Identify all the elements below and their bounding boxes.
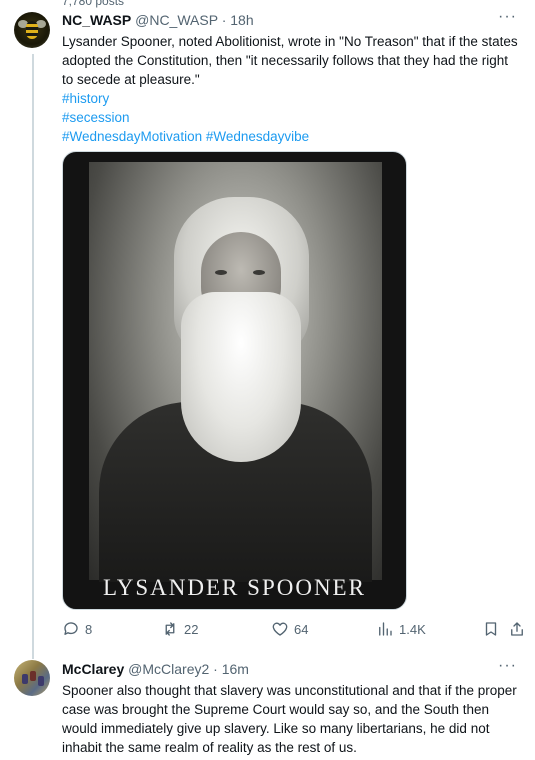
posts-count: 7,780 posts — [62, 0, 125, 8]
heart-icon — [272, 622, 288, 636]
avatar-figure — [30, 671, 36, 681]
portrait-photo — [89, 162, 382, 582]
repost-count: 22 — [184, 621, 199, 637]
hashtag-history[interactable]: #history — [62, 89, 522, 108]
reply-icon — [64, 622, 78, 635]
image-caption: LYSANDER SPOONER — [103, 575, 366, 600]
more-dots-icon[interactable]: ··· — [498, 9, 517, 25]
avatar[interactable] — [14, 12, 50, 48]
handle[interactable]: @NC_WASP — [135, 12, 218, 28]
like-count: 64 — [294, 621, 309, 637]
timestamp[interactable]: 18h — [230, 12, 253, 28]
avatar-figure — [22, 674, 28, 684]
repost-button[interactable]: 22 — [161, 620, 198, 638]
hashtag-line: #WednesdayMotivation #Wednesdayvibe — [62, 129, 309, 144]
tweet-text: Lysander Spooner, noted Abolitionist, wr… — [62, 32, 522, 146]
hashtag-wednesdaymotivation[interactable]: #WednesdayMotivation — [62, 129, 202, 144]
tweet-body: Lysander Spooner, noted Abolitionist, wr… — [62, 34, 518, 87]
reply-button[interactable]: 8 — [62, 620, 92, 638]
repost-icon — [165, 622, 175, 636]
hashtag-wednesdayvibe[interactable]: #Wednesdayvibe — [206, 129, 309, 144]
portrait-eye — [215, 270, 227, 275]
tweet-text: Spooner also thought that slavery was un… — [62, 683, 517, 755]
avatar-figure — [38, 676, 44, 686]
like-button[interactable]: 64 — [271, 620, 308, 638]
display-name[interactable]: NC_WASP — [62, 12, 131, 28]
wasp-icon — [26, 21, 38, 39]
handle[interactable]: @McClarey2 — [128, 661, 209, 677]
separator: · — [221, 12, 227, 28]
timestamp[interactable]: 16m — [222, 661, 249, 677]
separator: · — [213, 661, 218, 677]
share-button[interactable] — [508, 620, 526, 638]
tweet-image[interactable]: LYSANDER SPOONER — [62, 151, 407, 610]
views-chart-icon — [379, 622, 392, 636]
reply-count: 8 — [85, 621, 93, 637]
views-button[interactable]: 1.4K — [376, 620, 426, 638]
share-icon — [511, 622, 523, 636]
more-dots-icon[interactable]: ··· — [498, 658, 517, 674]
portrait-beard — [181, 292, 301, 462]
display-name[interactable]: McClarey — [62, 661, 124, 677]
action-bar: 8 22 64 1.4K — [62, 620, 524, 642]
bookmark-button[interactable] — [482, 620, 500, 638]
tweet-header: NC_WASP @NC_WASP · 18h — [62, 11, 254, 29]
portrait-eye — [253, 270, 265, 275]
view-count: 1.4K — [399, 621, 426, 637]
avatar[interactable] — [14, 660, 50, 696]
tweet-header: McClarey @McClarey2 · 16m — [62, 660, 249, 678]
thread-connector-line — [32, 54, 34, 659]
bookmark-icon — [485, 622, 497, 636]
hashtag-secession[interactable]: #secession — [62, 108, 522, 127]
